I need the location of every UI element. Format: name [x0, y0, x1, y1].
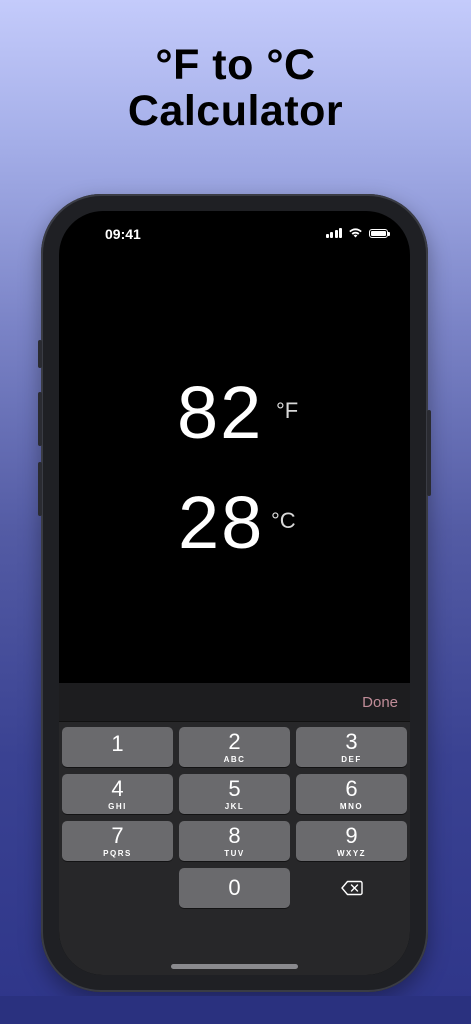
- fahrenheit-unit: °F: [276, 398, 299, 423]
- key-3[interactable]: 3 DEF: [296, 727, 407, 767]
- status-time: 09:41: [105, 226, 141, 242]
- backspace-icon: [341, 880, 363, 896]
- celsius-unit: °C: [271, 508, 296, 533]
- key-7[interactable]: 7 PQRS: [62, 821, 173, 861]
- key-letters: WXYZ: [336, 849, 367, 858]
- key-letters: GHI: [108, 802, 127, 811]
- key-digit: 6: [345, 776, 358, 801]
- fahrenheit-value[interactable]: 82: [177, 376, 263, 450]
- battery-icon: [369, 229, 390, 238]
- key-6[interactable]: 6 MNO: [296, 774, 407, 814]
- key-letters: TUV: [224, 849, 245, 858]
- key-digit: 5: [228, 776, 241, 801]
- key-digit: 1: [111, 731, 124, 756]
- wifi-icon: [349, 228, 362, 238]
- key-digit: 3: [345, 729, 358, 754]
- headline-line-2: Calculator: [127, 87, 344, 135]
- key-letters: DEF: [341, 755, 362, 764]
- key-digit: 4: [111, 776, 124, 801]
- key-digit: 0: [228, 875, 241, 900]
- headline: °F to °C Calculator: [0, 42, 471, 134]
- key-1[interactable]: 1: [62, 727, 173, 767]
- bottom-strip: [0, 996, 471, 1024]
- key-5[interactable]: 5 JKL: [179, 774, 290, 814]
- volume-up-button: [38, 392, 42, 446]
- backspace-button[interactable]: [296, 868, 407, 908]
- cellular-signal-icon: [325, 228, 342, 238]
- key-4[interactable]: 4 GHI: [62, 774, 173, 814]
- fahrenheit-reading[interactable]: 82 °F: [59, 376, 410, 456]
- home-indicator: [171, 964, 298, 969]
- key-2[interactable]: 2 ABC: [179, 727, 290, 767]
- celsius-value: 28: [178, 481, 265, 564]
- power-button: [427, 410, 431, 496]
- key-digit: 8: [228, 823, 241, 848]
- key-digit: 2: [228, 729, 241, 754]
- phone-screen: 09:41 82 °F 28 °C Done 1 2 ABC 3 DEF 4 G…: [59, 211, 410, 975]
- silent-switch: [38, 340, 42, 368]
- key-letters: MNO: [339, 802, 364, 811]
- status-icons: [325, 227, 390, 238]
- celsius-reading: 28 °C: [59, 486, 410, 566]
- key-digit: 9: [345, 823, 358, 848]
- key-8[interactable]: 8 TUV: [179, 821, 290, 861]
- key-letters: ABC: [223, 755, 246, 764]
- keyboard-toolbar: Done: [59, 683, 410, 722]
- key-9[interactable]: 9 WXYZ: [296, 821, 407, 861]
- headline-line-1: °F to °C: [155, 41, 316, 89]
- volume-down-button: [38, 462, 42, 516]
- key-letters: PQRS: [103, 849, 132, 858]
- key-0[interactable]: 0: [179, 868, 290, 908]
- key-digit: 7: [111, 823, 124, 848]
- key-letters: JKL: [224, 802, 245, 811]
- numeric-keyboard: Done 1 2 ABC 3 DEF 4 GHI 5 JKL 6 MNO 7 P…: [59, 683, 410, 975]
- done-button[interactable]: Done: [362, 694, 398, 711]
